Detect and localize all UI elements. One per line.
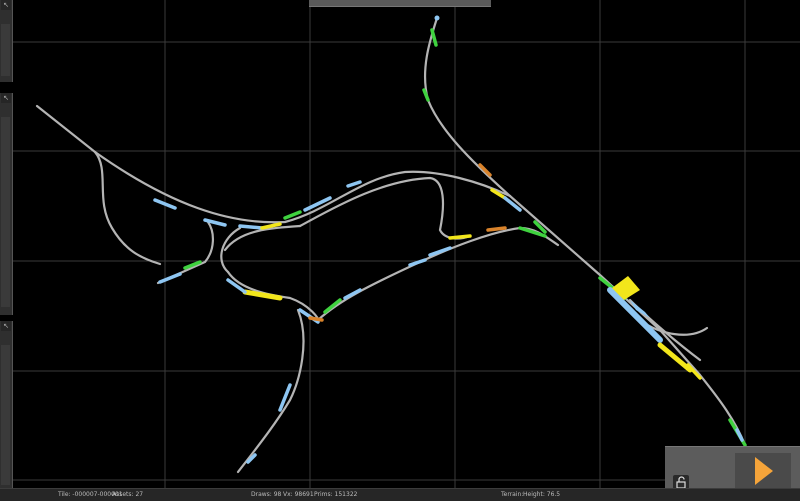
terrain-readout: Terrain: xyxy=(501,491,524,498)
track-markers xyxy=(153,28,747,464)
track-main-northwest xyxy=(35,104,512,224)
prims-readout: Prims: 151322 xyxy=(314,491,358,498)
top-panel-tab[interactable] xyxy=(309,0,491,7)
playback-panel xyxy=(665,446,800,489)
play-button[interactable] xyxy=(735,453,791,489)
map-viewport[interactable] xyxy=(0,0,800,488)
track-west-loop xyxy=(93,150,162,266)
draws-readout: Draws: 98 xyxy=(251,491,282,498)
track-network[interactable] xyxy=(35,16,747,474)
height-readout: Height: 76.5 xyxy=(523,491,561,498)
track-endpoint-north xyxy=(434,15,440,21)
track-west-branch xyxy=(156,220,214,285)
side-panel-bottom[interactable]: ↖ xyxy=(0,321,13,488)
status-bar: Tile: -000007-000001 Assets: 27 Draws: 9… xyxy=(0,488,800,501)
assets-readout: Assets: 27 xyxy=(112,491,144,498)
resize-grip-icon[interactable]: ↖ xyxy=(1,93,11,103)
play-triangle-icon xyxy=(755,457,773,485)
lock-button[interactable] xyxy=(673,475,689,489)
track-map[interactable] xyxy=(0,0,800,488)
vx-readout: Vx: 98691 xyxy=(283,491,314,498)
grid-lines xyxy=(0,0,800,488)
resize-grip-icon[interactable]: ↖ xyxy=(1,321,11,331)
track-south-line xyxy=(226,226,560,322)
resize-grip-icon[interactable]: ↖ xyxy=(1,0,11,10)
track-inner-upper xyxy=(298,176,472,240)
track-south-spur xyxy=(236,308,305,474)
side-panel-top[interactable]: ↖ xyxy=(0,0,13,82)
side-panel-middle[interactable]: ↖ xyxy=(0,93,13,315)
track-north-spur xyxy=(423,16,512,198)
